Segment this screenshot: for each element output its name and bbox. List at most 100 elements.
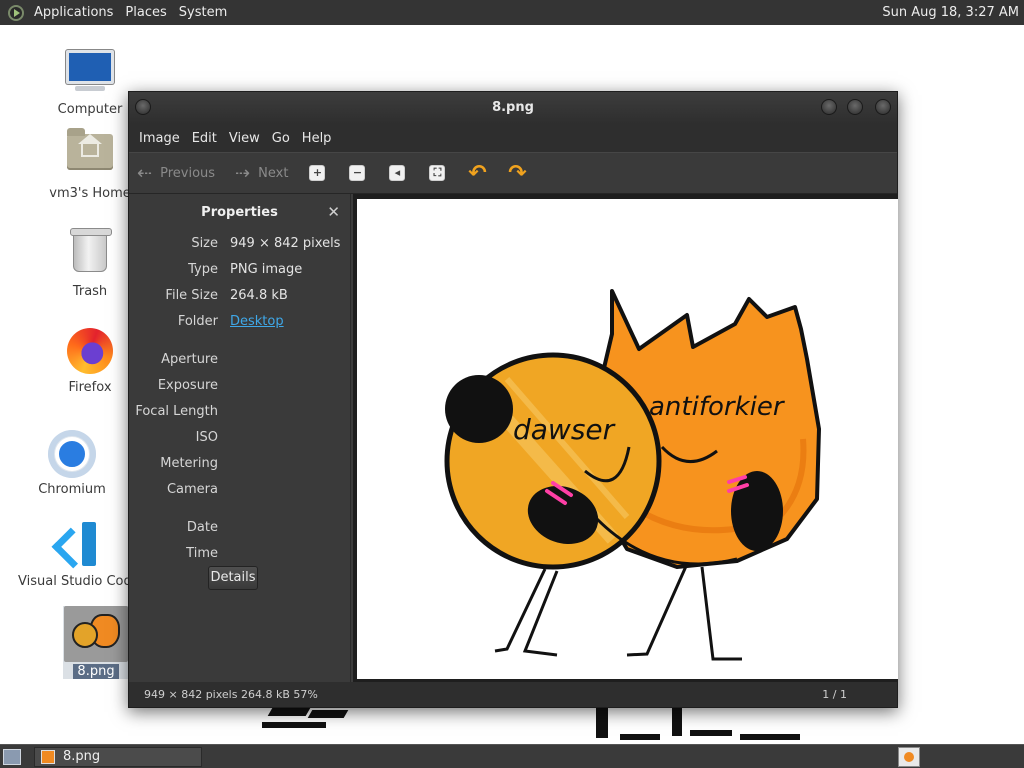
workspace-switcher-icon[interactable] xyxy=(898,747,920,767)
sidebar-close-icon[interactable]: ✕ xyxy=(327,194,340,231)
menu-help[interactable]: Help xyxy=(296,131,338,146)
zoom-out-button[interactable]: − xyxy=(340,158,374,188)
next-button[interactable]: ⇢ Next xyxy=(235,158,288,188)
menu-applications[interactable]: Applications xyxy=(28,0,119,25)
background-image-leg xyxy=(267,708,311,716)
property-key: Metering xyxy=(160,456,218,471)
menu-image[interactable]: Image xyxy=(133,131,186,146)
status-page: 1 / 1 xyxy=(822,688,847,701)
rotate-right-button[interactable]: ↷ xyxy=(500,158,534,188)
property-value: PNG image xyxy=(230,262,303,277)
property-key: ISO xyxy=(195,430,218,445)
desktop-icon-label: Computer xyxy=(57,102,123,117)
toolbar: ⇠ Previous ⇢ Next + − ◂ ⛶ ↶ ↷ xyxy=(129,152,897,194)
firefox-icon xyxy=(66,328,114,376)
window-titlebar[interactable]: 8.png xyxy=(129,92,897,124)
menu-edit[interactable]: Edit xyxy=(186,131,223,146)
desktop-icon-label: Firefox xyxy=(68,380,112,395)
background-image-leg xyxy=(596,708,608,738)
computer-icon xyxy=(66,50,114,98)
image-canvas[interactable]: antiforkier dawser xyxy=(353,194,898,682)
desktop-icon-home[interactable]: vm3's Home xyxy=(40,126,140,201)
arrow-left-icon: ⇠ xyxy=(137,162,153,184)
property-row: Size 949 × 842 pixels xyxy=(129,234,351,254)
properties-sidebar: Properties ✕ Size 949 × 842 pixels Type … xyxy=(129,194,351,682)
menu-places[interactable]: Places xyxy=(119,0,172,25)
menu-go[interactable]: Go xyxy=(266,131,296,146)
menu-system[interactable]: System xyxy=(173,0,233,25)
property-row: Type PNG image xyxy=(129,260,351,280)
fit-button[interactable]: ⛶ xyxy=(420,158,454,188)
background-image-leg xyxy=(307,710,349,718)
property-row: Focal Length xyxy=(129,402,351,422)
desktop-icon-label: Trash xyxy=(72,284,108,299)
rotate-right-icon: ↷ xyxy=(508,160,527,186)
taskbar-item[interactable]: 8.png xyxy=(34,747,202,767)
window-title: 8.png xyxy=(492,100,534,115)
displayed-image[interactable]: antiforkier dawser xyxy=(357,199,898,679)
vscode-icon xyxy=(50,522,98,570)
sidebar-title: Properties xyxy=(201,205,278,220)
details-button[interactable]: Details xyxy=(208,566,258,590)
show-desktop-icon[interactable] xyxy=(3,749,21,765)
taskbar-item-label: 8.png xyxy=(63,749,101,764)
desktop-icon-label: 8.png xyxy=(73,664,119,679)
image-file-icon xyxy=(64,606,128,662)
bottom-taskbar: 8.png xyxy=(0,744,1024,768)
applications-logo-icon[interactable] xyxy=(8,4,24,21)
property-row: ISO xyxy=(129,428,351,448)
status-info: 949 × 842 pixels 264.8 kB 57% xyxy=(144,688,318,701)
property-row: Date xyxy=(129,518,351,538)
property-row: Folder Desktop xyxy=(129,312,351,332)
property-row: Time xyxy=(129,544,351,564)
property-value: 949 × 842 pixels xyxy=(230,236,341,251)
desktop-icon-label: Visual Studio Code xyxy=(18,574,140,589)
desktop-icon-8png[interactable]: 8.png xyxy=(63,606,129,679)
folder-link[interactable]: Desktop xyxy=(230,314,284,329)
property-key: Size xyxy=(191,236,218,251)
close-button[interactable] xyxy=(875,99,891,115)
rotate-left-button[interactable]: ↶ xyxy=(460,158,494,188)
zoom-in-button[interactable]: + xyxy=(300,158,334,188)
property-row: Metering xyxy=(129,454,351,474)
property-key: File Size xyxy=(165,288,218,303)
property-row: Camera xyxy=(129,480,351,500)
menu-view[interactable]: View xyxy=(223,131,266,146)
property-key: Exposure xyxy=(157,378,218,393)
previous-label: Previous xyxy=(160,165,216,181)
background-image-leg xyxy=(690,730,732,736)
character-legs xyxy=(494,563,742,661)
desktop-icon-firefox[interactable]: Firefox xyxy=(40,326,140,395)
property-row: Aperture xyxy=(129,350,351,370)
property-key: Aperture xyxy=(161,352,218,367)
minimize-button[interactable] xyxy=(821,99,837,115)
property-key: Folder xyxy=(177,314,218,329)
top-panel: Applications Places System Sun Aug 18, 3… xyxy=(0,0,1024,25)
desktop-icon-trash[interactable]: Trash xyxy=(40,226,140,299)
sidebar-header: Properties ✕ xyxy=(129,194,350,231)
previous-button[interactable]: ⇠ Previous xyxy=(137,158,215,188)
image-file-icon xyxy=(41,750,55,764)
property-row: File Size 264.8 kB xyxy=(129,286,351,306)
menu-bar: Image Edit View Go Help xyxy=(129,124,897,152)
next-label: Next xyxy=(258,165,289,181)
status-bar: 949 × 842 pixels 264.8 kB 57% 1 / 1 xyxy=(129,682,897,707)
image-viewer-window: 8.png Image Edit View Go Help ⇠ Previous… xyxy=(128,91,898,708)
desktop-icon-label: vm3's Home xyxy=(49,186,131,201)
desktop-icon-computer[interactable]: Computer xyxy=(40,46,140,117)
zoom-out-icon: − xyxy=(349,165,366,181)
arrow-right-icon: ⇢ xyxy=(235,162,251,184)
chromium-icon xyxy=(48,430,96,478)
background-image-leg xyxy=(262,722,326,728)
background-image-leg xyxy=(740,734,800,740)
property-value: 264.8 kB xyxy=(230,288,288,303)
desktop-icon-label: Chromium xyxy=(38,482,106,497)
desktop-icon-chromium[interactable]: Chromium xyxy=(22,430,122,497)
property-key: Date xyxy=(186,520,218,535)
clock[interactable]: Sun Aug 18, 3:27 AM xyxy=(882,0,1019,25)
normal-size-button[interactable]: ◂ xyxy=(380,158,414,188)
maximize-button[interactable] xyxy=(847,99,863,115)
dawser-label: dawser xyxy=(513,413,616,446)
desktop-icon-vscode[interactable]: Visual Studio Code xyxy=(18,520,140,589)
property-key: Type xyxy=(188,262,218,277)
